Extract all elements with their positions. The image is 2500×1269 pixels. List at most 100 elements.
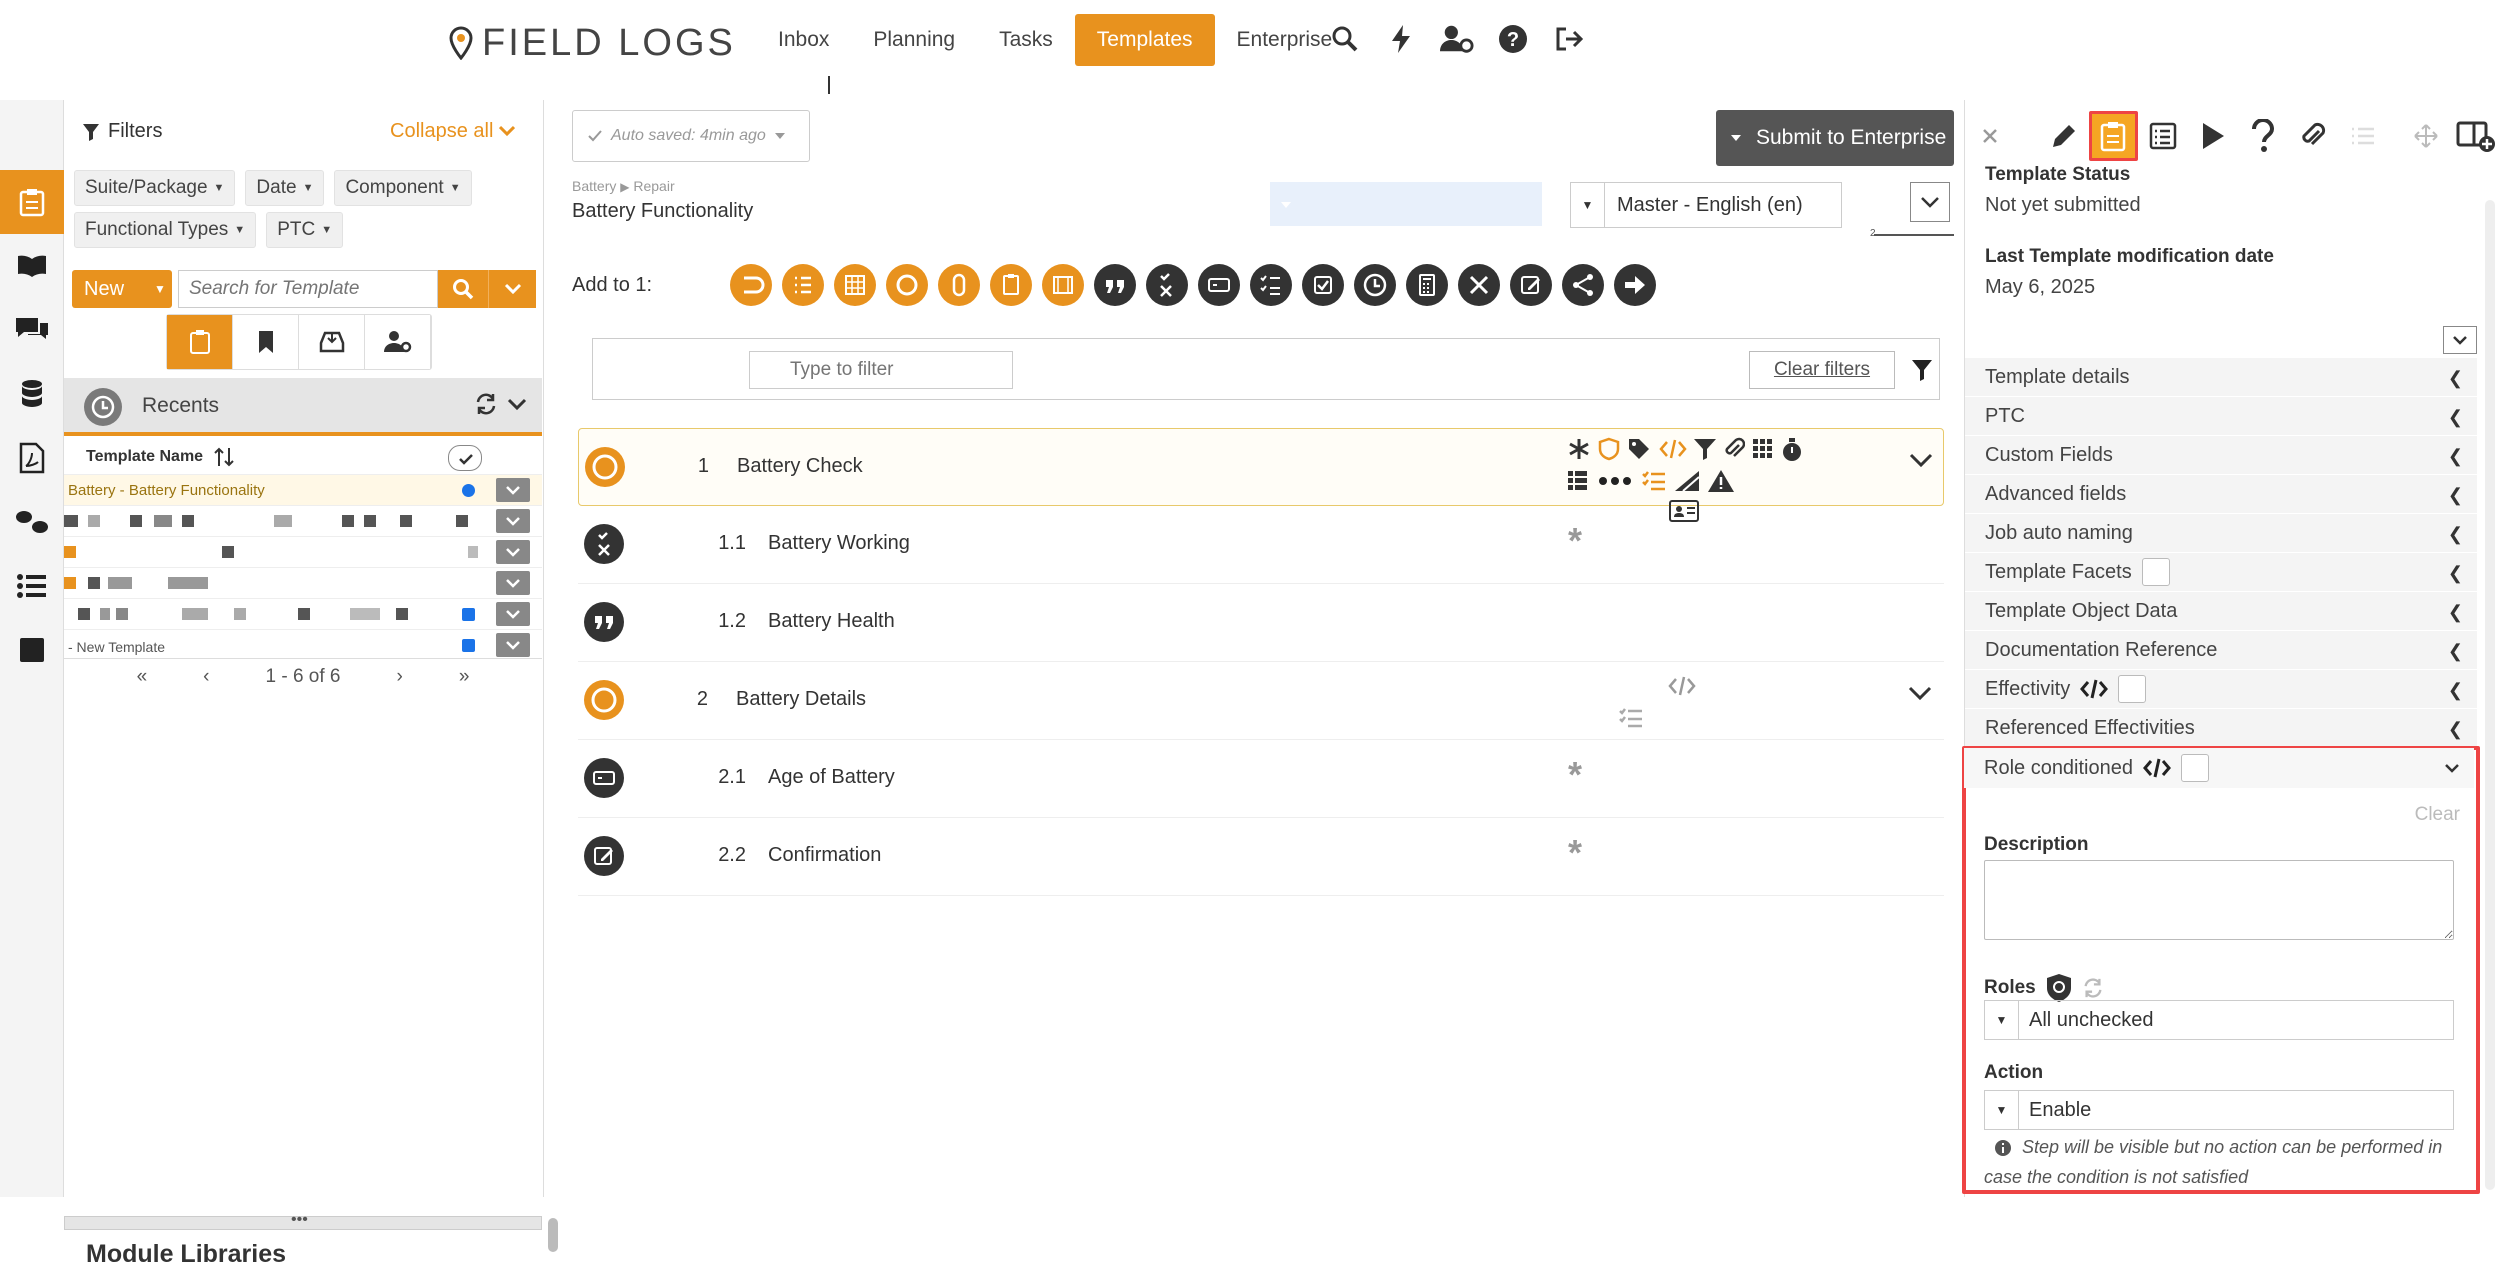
step-row[interactable]: 1 Battery Check <box>578 428 1944 522</box>
row-menu-button[interactable] <box>496 540 530 564</box>
search-button[interactable] <box>438 270 488 308</box>
section-advanced-fields[interactable]: Advanced fields ❮ <box>1965 475 2477 514</box>
nav-planning[interactable]: Planning <box>851 14 977 66</box>
pencil-icon[interactable] <box>2039 111 2089 161</box>
table-row[interactable]: Battery - Battery Functionality <box>64 474 542 505</box>
language-select[interactable]: ▼ Master - English (en) <box>1570 182 1842 228</box>
role-conditioned-header[interactable]: Role conditioned <box>1964 748 2474 788</box>
help-icon[interactable]: ? <box>1496 22 1530 56</box>
list-grid-icon[interactable] <box>1567 469 1589 491</box>
template-properties-icon[interactable] <box>2088 111 2139 161</box>
table-row[interactable] <box>64 598 542 629</box>
chevron-down-icon[interactable] <box>1908 684 1932 702</box>
row-menu-button[interactable] <box>496 633 530 657</box>
table-header[interactable]: Template Name <box>64 440 542 474</box>
add-group-icon[interactable] <box>730 264 772 306</box>
add-signature-icon[interactable] <box>1510 264 1552 306</box>
asterisk-icon[interactable]: * <box>1568 754 1582 796</box>
add-media-icon[interactable] <box>1042 264 1084 306</box>
new-button[interactable]: New ▼ <box>72 270 172 308</box>
field-logs-logo[interactable]: FIELD LOGS <box>448 18 736 68</box>
add-time-icon[interactable] <box>1354 264 1396 306</box>
last-page-button[interactable]: » <box>459 666 470 688</box>
add-checklist-icon[interactable] <box>990 264 1032 306</box>
chip-functional-types[interactable]: Functional Types ▼ <box>74 212 257 248</box>
section-effectivity[interactable]: Effectivity ❮ <box>1965 670 2477 709</box>
tab-bookmarks[interactable] <box>233 315 299 369</box>
row-menu-button[interactable] <box>496 571 530 595</box>
table-row[interactable] <box>64 567 542 598</box>
prev-page-button[interactable]: ‹ <box>203 666 209 688</box>
book-icon[interactable] <box>0 234 64 298</box>
warning-icon[interactable] <box>1707 469 1735 493</box>
search-icon[interactable] <box>1328 22 1362 56</box>
add-input-icon[interactable] <box>1198 264 1240 306</box>
ramp-icon[interactable] <box>1673 469 1701 493</box>
play-icon[interactable] <box>2188 111 2238 161</box>
table-row[interactable]: - New Template <box>64 629 542 660</box>
chip-date[interactable]: Date ▼ <box>245 170 325 206</box>
first-page-button[interactable]: « <box>137 666 148 688</box>
description-textarea[interactable] <box>1984 860 2454 940</box>
stopwatch-icon[interactable] <box>1781 437 1803 463</box>
template-search-input[interactable] <box>178 270 438 308</box>
collapse-all-link[interactable]: Collapse all <box>390 120 516 143</box>
blue-selector[interactable] <box>1270 182 1542 226</box>
step-row[interactable]: 2.1 Age of Battery * <box>578 740 1944 818</box>
code-icon[interactable] <box>1659 437 1687 461</box>
next-page-button[interactable]: › <box>397 666 403 688</box>
search-options-button[interactable] <box>488 270 536 308</box>
database-icon[interactable] <box>0 362 64 426</box>
shield-icon[interactable] <box>1597 437 1621 461</box>
step-row[interactable]: 1.1 Battery Working * <box>578 506 1944 584</box>
logout-icon[interactable] <box>1552 22 1586 56</box>
step-row[interactable]: 2 Battery Details <box>578 662 1944 740</box>
help-icon[interactable] <box>2238 111 2288 161</box>
add-pass-fail-icon[interactable] <box>1146 264 1188 306</box>
submit-to-enterprise-button[interactable]: Submit to Enterprise <box>1716 110 1954 166</box>
add-quote-icon[interactable] <box>1094 264 1136 306</box>
add-link-icon[interactable] <box>938 264 980 306</box>
move-icon[interactable] <box>2401 111 2451 161</box>
filters-header[interactable]: Filters <box>82 120 162 143</box>
add-panel-icon[interactable] <box>2451 111 2500 161</box>
user-settings-icon[interactable] <box>1440 22 1474 56</box>
sort-icon[interactable] <box>213 446 235 468</box>
chip-ptc[interactable]: PTC ▼ <box>266 212 344 248</box>
lightning-icon[interactable] <box>1384 22 1418 56</box>
panel-resize-handle[interactable]: ••• <box>64 1211 542 1230</box>
ordered-list-icon[interactable] <box>1618 706 1644 730</box>
add-table-icon[interactable] <box>834 264 876 306</box>
close-icon[interactable] <box>1965 111 2015 161</box>
chevron-down-icon[interactable] <box>1909 451 1933 469</box>
section-job-auto-naming[interactable]: Job auto naming ❮ <box>1965 514 2477 553</box>
step-filter-input[interactable] <box>749 351 1013 389</box>
add-checkbox-icon[interactable] <box>1302 264 1344 306</box>
section-ptc[interactable]: PTC ❮ <box>1965 397 2477 436</box>
paperclip-icon[interactable] <box>2288 111 2338 161</box>
tab-inbox-tray[interactable] <box>299 315 365 369</box>
grid-icon[interactable] <box>1751 437 1775 461</box>
clipboard-icon[interactable] <box>0 170 64 234</box>
step-row[interactable]: 1.2 Battery Health <box>578 584 1944 662</box>
refresh-icon[interactable] <box>474 392 498 416</box>
row-menu-button[interactable] <box>496 602 530 626</box>
add-next-icon[interactable] <box>1614 264 1656 306</box>
section-template-facets[interactable]: Template Facets ❮ <box>1965 553 2477 592</box>
nav-templates[interactable]: Templates <box>1074 14 1215 66</box>
section-template-details[interactable]: Template details ❮ <box>1965 358 2477 397</box>
section-referenced-effectivities[interactable]: Referenced Effectivities ❮ <box>1965 709 2477 748</box>
tab-user-settings[interactable] <box>365 315 431 369</box>
clear-link[interactable]: Clear <box>2415 804 2460 826</box>
nav-inbox[interactable]: Inbox <box>756 14 851 66</box>
check-all-toggle[interactable] <box>448 445 482 471</box>
chip-suite-package[interactable]: Suite/Package ▼ <box>74 170 236 206</box>
asterisk-icon[interactable]: * <box>1568 832 1582 874</box>
section-template-object-data[interactable]: Template Object Data ❮ <box>1965 592 2477 631</box>
pdf-icon[interactable] <box>0 426 64 490</box>
panel-dropdown[interactable] <box>2443 326 2477 354</box>
add-calculator-icon[interactable] <box>1406 264 1448 306</box>
properties-scrollbar[interactable] <box>2485 200 2495 1190</box>
row-menu-button[interactable] <box>496 478 530 502</box>
clear-filters-button[interactable]: Clear filters <box>1749 351 1895 389</box>
